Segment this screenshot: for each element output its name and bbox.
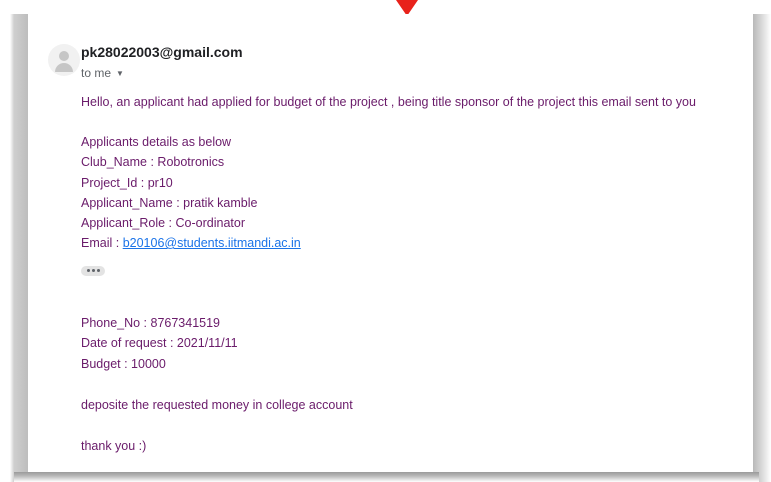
closing-line: thank you :) bbox=[81, 439, 147, 453]
project-id-line: Project_Id : pr10 bbox=[81, 176, 173, 190]
applicant-role-line: Applicant_Role : Co-ordinator bbox=[81, 216, 245, 230]
applicant-email-link[interactable]: b20106@students.iitmandi.ac.in bbox=[123, 236, 301, 250]
email-line: Email : b20106@students.iitmandi.ac.in bbox=[81, 236, 301, 250]
applicant-name-line: Applicant_Name : pratik kamble bbox=[81, 196, 258, 210]
person-avatar-icon[interactable] bbox=[48, 44, 80, 76]
sender-address[interactable]: pk28022003@gmail.com bbox=[81, 44, 243, 60]
email-message: pk28022003@gmail.com to me ▼ Hello, an ap… bbox=[28, 14, 753, 472]
phone-line: Phone_No : 8767341519 bbox=[81, 316, 221, 330]
details-heading: Applicants details as below bbox=[81, 135, 232, 149]
instruction-line: deposite the requested money in college … bbox=[81, 398, 353, 412]
recipient-toggle[interactable]: to me ▼ bbox=[81, 66, 124, 80]
club-name-line: Club_Name : Robotronics bbox=[81, 155, 225, 169]
left-shadow bbox=[0, 14, 28, 482]
ellipsis-icon[interactable] bbox=[81, 266, 105, 276]
frame-top bbox=[0, 0, 771, 14]
recipient-label: to me bbox=[81, 66, 112, 80]
right-shadow bbox=[753, 14, 771, 482]
avatar-head bbox=[59, 51, 69, 61]
body-intro: Hello, an applicant had applied for budg… bbox=[81, 95, 696, 109]
budget-line: Budget : 10000 bbox=[81, 357, 166, 371]
date-of-request-line: Date of request : 2021/11/11 bbox=[81, 336, 238, 350]
bottom-shadow bbox=[14, 472, 759, 482]
email-label: Email : bbox=[81, 236, 123, 250]
caret-down-icon: ▼ bbox=[116, 69, 124, 78]
avatar-body bbox=[55, 63, 73, 72]
